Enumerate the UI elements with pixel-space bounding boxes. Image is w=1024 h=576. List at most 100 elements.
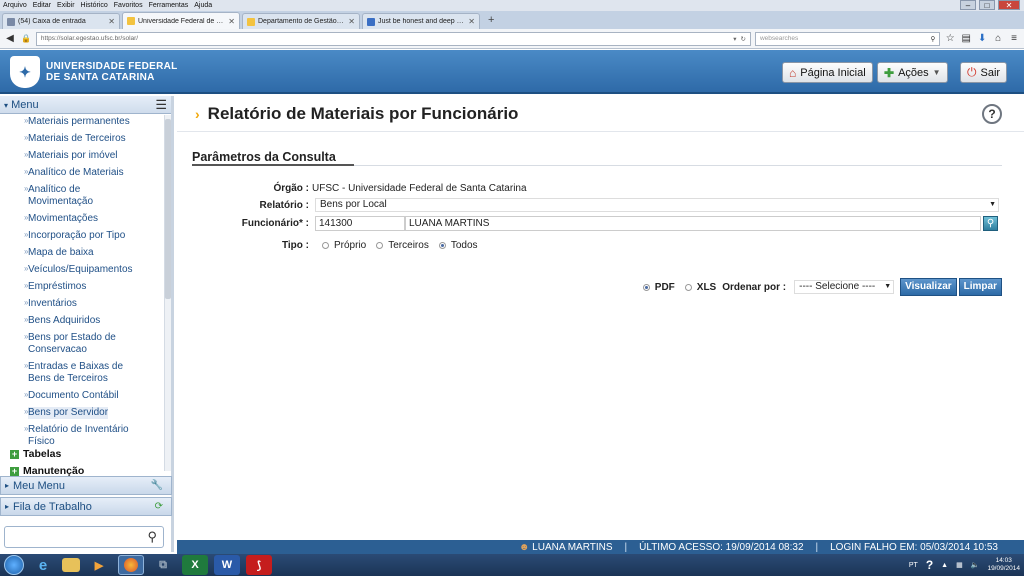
search-icon[interactable]: ⚲ xyxy=(930,35,935,43)
sidebar-item-analitico-de-materiais[interactable]: Analítico de Materiais xyxy=(0,165,165,182)
radio-button[interactable] xyxy=(322,242,329,249)
search-icon[interactable]: ⚲ xyxy=(147,529,157,545)
close-tab-icon[interactable]: ✕ xyxy=(348,17,355,26)
scrollbar-thumb[interactable] xyxy=(165,119,171,299)
home-page-button[interactable]: ⌂ Página Inicial xyxy=(782,62,873,83)
tipo-option-terceiros[interactable]: Terceiros xyxy=(376,240,429,251)
sidebar-scrollbar[interactable] xyxy=(164,115,171,471)
radio-button-selected[interactable] xyxy=(438,242,446,249)
site-identity-icon[interactable]: 🔒 xyxy=(20,34,32,43)
menu-exibir[interactable]: Exibir xyxy=(57,2,75,9)
sidebar-item-materiais-por-imovel[interactable]: Materiais por imóvel xyxy=(0,148,165,165)
radio-button[interactable] xyxy=(376,242,384,249)
minimize-icon[interactable]: – xyxy=(960,0,976,10)
sidebar-item-analitico-de-movimentacao[interactable]: Analítico de Movimentação xyxy=(0,182,165,211)
funcionario-search-button[interactable]: ⚲ xyxy=(983,216,998,231)
relatorio-label: Relatório : xyxy=(259,200,309,211)
maximize-icon[interactable]: □ xyxy=(979,0,995,10)
menu-ferramentas[interactable]: Ferramentas xyxy=(149,2,189,9)
firefox-icon[interactable] xyxy=(118,555,144,575)
menu-favoritos[interactable]: Favoritos xyxy=(114,2,143,9)
bookmarks-list-icon[interactable]: ▤ xyxy=(960,33,972,44)
help-icon[interactable]: ? xyxy=(982,104,1002,124)
close-tab-icon[interactable]: ✕ xyxy=(228,17,235,26)
radio-button-selected[interactable] xyxy=(642,283,650,291)
sidebar-item-entradas-e-baixas[interactable]: Entradas e Baixas de Bens de Terceiros xyxy=(0,359,165,388)
user-icon: ☻ xyxy=(518,541,530,553)
sidebar-item-mapa-de-baixa[interactable]: Mapa de baixa xyxy=(0,245,165,262)
sidebar-item-documento-contabil[interactable]: Documento Contábil xyxy=(0,388,165,405)
network-app-icon[interactable]: ⧉ xyxy=(150,555,176,575)
ordenar-select[interactable]: ---- Selecione ---- ▼ xyxy=(794,280,895,294)
sidebar-item-bens-adquiridos[interactable]: Bens Adquiridos xyxy=(0,313,165,330)
dropdown-icon[interactable]: ▾ xyxy=(733,35,736,43)
menu-list-icon[interactable]: ☰ xyxy=(155,97,167,113)
back-icon[interactable]: ◀ xyxy=(4,33,16,44)
excel-icon[interactable]: X xyxy=(182,555,208,575)
file-explorer-icon[interactable] xyxy=(62,558,80,572)
funcionario-code-input[interactable]: 141300 xyxy=(315,216,405,231)
sidebar-item-label: Analítico de Movimentação xyxy=(28,184,94,207)
internet-explorer-icon[interactable]: e xyxy=(30,555,56,575)
browser-tab-departamento[interactable]: Departamento de Gestão P... ✕ xyxy=(242,13,360,29)
sidebar-item-materiais-de-terceiros[interactable]: Materiais de Terceiros xyxy=(0,131,165,148)
sidebar-item-inventarios[interactable]: Inventários xyxy=(0,296,165,313)
menu-arquivo[interactable]: Arquivo xyxy=(3,2,27,9)
volume-icon[interactable]: 🔈 xyxy=(971,561,980,569)
status-last-access: ÚLTIMO ACESSO: 19/09/2014 08:32 xyxy=(639,541,804,553)
sidebar-item-movimentacoes[interactable]: Movimentações xyxy=(0,211,165,228)
site-favicon-icon xyxy=(367,17,375,26)
web-search-input[interactable]: websearches ⚲ xyxy=(754,31,941,46)
relatorio-select[interactable]: Bens por Local ▼ xyxy=(315,198,999,212)
browser-menu-icon[interactable]: ≡ xyxy=(1008,33,1020,44)
sidebar-item-bens-por-estado[interactable]: Bens por Estado de Conservacao xyxy=(0,330,165,359)
funcionario-name-input[interactable]: LUANA MARTINS xyxy=(405,216,981,231)
sidebar-item-materiais-permanentes[interactable]: Materiais permanentes xyxy=(0,115,165,131)
menu-ajuda[interactable]: Ajuda xyxy=(194,2,212,9)
fila-de-trabalho-panel[interactable]: ▸ Fila de Trabalho ⟳ xyxy=(0,497,172,516)
visualizar-button[interactable]: Visualizar xyxy=(900,278,957,296)
sidebar-section-tabelas[interactable]: + Tabelas xyxy=(0,446,170,462)
tipo-option-proprio[interactable]: Próprio xyxy=(322,240,366,251)
browser-tab-just-be-honest[interactable]: Just be honest and deep de... ✕ xyxy=(362,13,480,29)
format-option-pdf[interactable]: PDF xyxy=(642,282,675,293)
media-player-icon[interactable]: ▶ xyxy=(86,555,112,575)
radio-button[interactable] xyxy=(684,283,692,291)
clock[interactable]: 14:03 19/09/2014 xyxy=(987,557,1020,573)
tray-arrow-icon[interactable]: ▲ xyxy=(941,562,948,569)
menu-editar[interactable]: Editar xyxy=(33,2,51,9)
browser-tab-ufsc[interactable]: Universidade Federal de Sa... ✕ xyxy=(122,12,240,29)
downloads-icon[interactable]: ⬇ xyxy=(976,33,988,44)
network-icon[interactable]: ▦ xyxy=(956,561,963,569)
menu-header[interactable]: ▾ Menu ☰ xyxy=(0,96,171,114)
sidebar-item-emprestimos[interactable]: Empréstimos xyxy=(0,279,165,296)
sidebar-item-bens-por-servidor[interactable]: Bens por Servidor xyxy=(0,405,165,422)
sidebar-item-incorporacao-por-tipo[interactable]: Incorporação por Tipo xyxy=(0,228,165,245)
sidebar-item-veiculos-equipamentos[interactable]: Veículos/Equipamentos xyxy=(0,262,165,279)
language-indicator[interactable]: PT xyxy=(909,562,918,569)
reload-icon[interactable]: ↻ xyxy=(741,35,746,43)
exit-button[interactable]: ⏻ Sair xyxy=(960,62,1008,83)
limpar-button[interactable]: Limpar xyxy=(958,278,1002,296)
address-bar[interactable]: https://solar.egestao.ufsc.br/solar/ ▾ ↻ xyxy=(35,31,751,46)
close-window-icon[interactable]: ✕ xyxy=(998,0,1020,10)
funcionario-label: Funcionário* : xyxy=(241,218,309,229)
tipo-option-todos[interactable]: Todos xyxy=(438,240,478,251)
chevron-right-icon: › xyxy=(195,105,200,122)
meu-menu-panel[interactable]: ▸ Meu Menu 🔧 xyxy=(0,476,172,495)
help-tray-icon[interactable]: ? xyxy=(926,558,933,572)
new-tab-button[interactable]: + xyxy=(482,14,500,26)
actions-button[interactable]: ✚ Ações ▼ xyxy=(877,62,948,83)
browser-tab-inbox[interactable]: (54) Caixa de entrada ✕ xyxy=(2,13,120,29)
sidebar-search-input[interactable]: ⚲ xyxy=(4,526,164,548)
word-icon[interactable]: W xyxy=(214,555,240,575)
ufsc-logo[interactable]: ✦ UNIVERSIDADE FEDERAL DE SANTA CATARINA xyxy=(10,56,178,88)
acrobat-icon[interactable]: ⟆ xyxy=(246,555,272,575)
close-tab-icon[interactable]: ✕ xyxy=(468,17,475,26)
home-icon[interactable]: ⌂ xyxy=(992,33,1004,44)
close-tab-icon[interactable]: ✕ xyxy=(108,17,115,26)
menu-historico[interactable]: Histórico xyxy=(81,2,108,9)
format-option-xls[interactable]: XLS xyxy=(684,282,716,293)
bookmark-star-icon[interactable]: ☆ xyxy=(944,33,956,44)
start-button-icon[interactable] xyxy=(4,555,24,575)
